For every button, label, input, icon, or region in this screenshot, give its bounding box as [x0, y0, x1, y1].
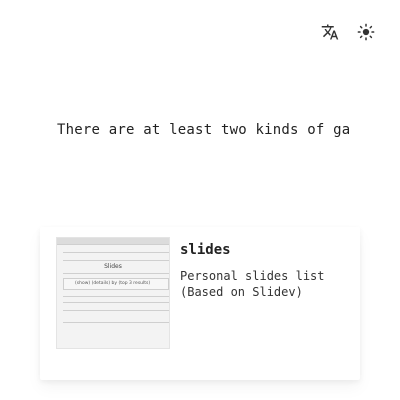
- thumbnail-title: Slides: [104, 263, 122, 270]
- thumbnail-divider: [63, 322, 169, 323]
- thumbnail-divider: [63, 260, 169, 261]
- thumbnail-divider: [63, 252, 169, 253]
- top-actions: [320, 22, 376, 42]
- project-title: slides: [180, 242, 231, 258]
- translate-button[interactable]: [320, 22, 340, 42]
- thumbnail-divider: [63, 310, 169, 311]
- translate-icon: [321, 24, 339, 40]
- thumbnail-toolbar: [57, 238, 169, 245]
- thumbnail-subtitle: (show) (details) by (top 3 results): [75, 281, 151, 286]
- thumbnail-divider: [63, 273, 169, 274]
- theme-toggle-button[interactable]: [356, 22, 376, 42]
- project-card-slides[interactable]: Slides (show) (details) by (top 3 result…: [40, 227, 360, 380]
- thumbnail-divider: [63, 296, 169, 297]
- thumbnail-divider: [63, 302, 169, 303]
- sun-icon: [357, 23, 375, 41]
- project-description: Personal slides list (Based on Slidev): [180, 269, 325, 299]
- project-thumbnail: Slides (show) (details) by (top 3 result…: [56, 237, 170, 349]
- page: There are at least two kinds of ga Slide…: [0, 0, 400, 400]
- typing-text: There are at least two kinds of ga: [57, 122, 351, 138]
